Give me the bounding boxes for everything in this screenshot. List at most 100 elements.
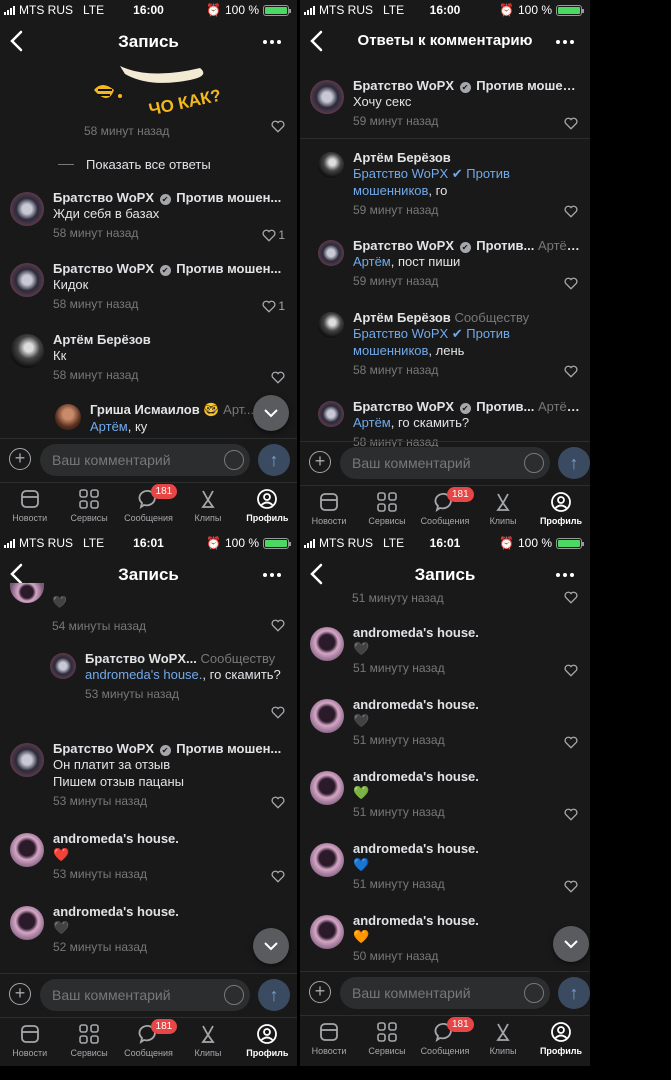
like-button[interactable]: 1: [262, 228, 285, 242]
scroll-down-button[interactable]: [253, 928, 289, 964]
like-button[interactable]: [271, 796, 285, 809]
author-name[interactable]: Артём Берёзов Сообществу: [353, 310, 580, 325]
tab-profile[interactable]: Профиль: [238, 1018, 297, 1065]
tab-messages[interactable]: 181 Сообщения: [416, 1016, 474, 1063]
like-button[interactable]: [564, 205, 578, 218]
show-all-replies[interactable]: Показать все ответы: [0, 157, 211, 172]
like-button[interactable]: [564, 117, 578, 130]
tab-clips[interactable]: Клипы: [474, 486, 532, 533]
avatar[interactable]: [310, 843, 344, 877]
attach-button[interactable]: +: [9, 448, 31, 470]
tab-services[interactable]: Сервисы: [358, 486, 416, 533]
mention-link[interactable]: Артём: [90, 419, 128, 434]
send-button[interactable]: ↑: [558, 447, 590, 479]
author-name[interactable]: andromeda's house.: [353, 841, 580, 856]
tab-clips[interactable]: Клипы: [178, 1018, 237, 1065]
emoji-icon[interactable]: [224, 985, 244, 1005]
avatar[interactable]: [50, 653, 76, 679]
author-name[interactable]: andromeda's house.: [53, 904, 287, 919]
avatar[interactable]: [310, 771, 344, 805]
like-button[interactable]: [564, 664, 578, 677]
author-name[interactable]: Артём Берёзов: [53, 332, 287, 347]
author-name[interactable]: Артём Берёзов: [353, 150, 580, 165]
like-button[interactable]: [564, 736, 578, 749]
like-button[interactable]: [271, 870, 285, 883]
tab-services[interactable]: Сервисы: [59, 1018, 118, 1065]
author-name[interactable]: andromeda's house.: [353, 769, 580, 784]
tab-news[interactable]: Новости: [0, 483, 59, 530]
avatar[interactable]: [10, 743, 44, 777]
mention-link[interactable]: Артём: [353, 415, 391, 430]
like-button[interactable]: [271, 371, 285, 384]
avatar[interactable]: [10, 906, 44, 940]
avatar[interactable]: [318, 240, 344, 266]
like-button[interactable]: [564, 591, 578, 604]
attach-button[interactable]: +: [309, 451, 331, 473]
author-name[interactable]: Братство WoPX ✔ Против мошен...: [353, 78, 580, 93]
comment-input[interactable]: Ваш комментарий: [40, 979, 250, 1011]
scroll-down-button[interactable]: [553, 926, 589, 962]
avatar[interactable]: [10, 263, 44, 297]
author-name[interactable]: andromeda's house.: [353, 625, 580, 640]
avatar[interactable]: [10, 583, 44, 603]
like-button[interactable]: [564, 277, 578, 290]
tab-clips[interactable]: Клипы: [178, 483, 237, 530]
comment-input[interactable]: Ваш комментарий: [340, 977, 550, 1009]
avatar[interactable]: [310, 627, 344, 661]
send-button[interactable]: ↑: [558, 977, 590, 1009]
avatar[interactable]: [10, 334, 44, 368]
author-name[interactable]: andromeda's house.: [353, 913, 580, 928]
mention-link[interactable]: Артём: [353, 254, 391, 269]
like-button[interactable]: [564, 365, 578, 378]
avatar[interactable]: [318, 401, 344, 427]
like-button[interactable]: [564, 880, 578, 893]
more-menu-button[interactable]: [263, 565, 285, 585]
avatar[interactable]: [55, 404, 81, 430]
tab-messages[interactable]: 181 Сообщения: [119, 483, 178, 530]
back-button[interactable]: [306, 28, 330, 54]
tab-services[interactable]: Сервисы: [358, 1016, 416, 1063]
author-name[interactable]: andromeda's house.: [53, 831, 287, 846]
tab-profile[interactable]: Профиль: [532, 1016, 590, 1063]
tab-news[interactable]: Новости: [300, 486, 358, 533]
avatar[interactable]: [310, 699, 344, 733]
back-button[interactable]: [306, 561, 330, 587]
comment-input[interactable]: Ваш комментарий: [40, 444, 250, 476]
send-button[interactable]: ↑: [258, 979, 290, 1011]
avatar[interactable]: [10, 833, 44, 867]
tab-profile[interactable]: Профиль: [532, 486, 590, 533]
author-name[interactable]: Братство WoPX ✔ Против мошен...: [53, 190, 287, 205]
tab-news[interactable]: Новости: [300, 1016, 358, 1063]
avatar[interactable]: [310, 80, 344, 114]
author-name[interactable]: Братство WoPX... Сообществу: [85, 651, 287, 666]
like-button[interactable]: [271, 706, 285, 719]
more-menu-button[interactable]: [263, 32, 285, 52]
like-button[interactable]: 1: [262, 299, 285, 313]
more-menu-button[interactable]: [556, 32, 578, 52]
tab-profile[interactable]: Профиль: [238, 483, 297, 530]
comment-input[interactable]: Ваш комментарий: [340, 447, 550, 479]
author-name[interactable]: andromeda's house.: [353, 697, 580, 712]
avatar[interactable]: [10, 192, 44, 226]
avatar[interactable]: [310, 915, 344, 949]
more-menu-button[interactable]: [556, 565, 578, 585]
avatar[interactable]: [318, 152, 344, 178]
emoji-icon[interactable]: [524, 983, 544, 1003]
send-button[interactable]: ↑: [258, 444, 290, 476]
like-button[interactable]: [564, 808, 578, 821]
author-name[interactable]: Братство WoPX ✔ Против... Артёму: [353, 399, 580, 414]
mention-link[interactable]: andromeda's house.: [85, 667, 202, 682]
attach-button[interactable]: +: [9, 983, 31, 1005]
attach-button[interactable]: +: [309, 981, 331, 1003]
emoji-icon[interactable]: [524, 453, 544, 473]
tab-clips[interactable]: Клипы: [474, 1016, 532, 1063]
like-button[interactable]: [271, 619, 285, 632]
back-button[interactable]: [6, 28, 30, 54]
tab-services[interactable]: Сервисы: [59, 483, 118, 530]
tab-messages[interactable]: 181 Сообщения: [119, 1018, 178, 1065]
emoji-icon[interactable]: [224, 450, 244, 470]
tab-messages[interactable]: 181 Сообщения: [416, 486, 474, 533]
author-name[interactable]: Братство WoPX ✔ Против... Артёму: [353, 238, 580, 253]
author-name[interactable]: Братство WoPX ✔ Против мошен...: [53, 741, 287, 756]
avatar[interactable]: [318, 312, 344, 338]
